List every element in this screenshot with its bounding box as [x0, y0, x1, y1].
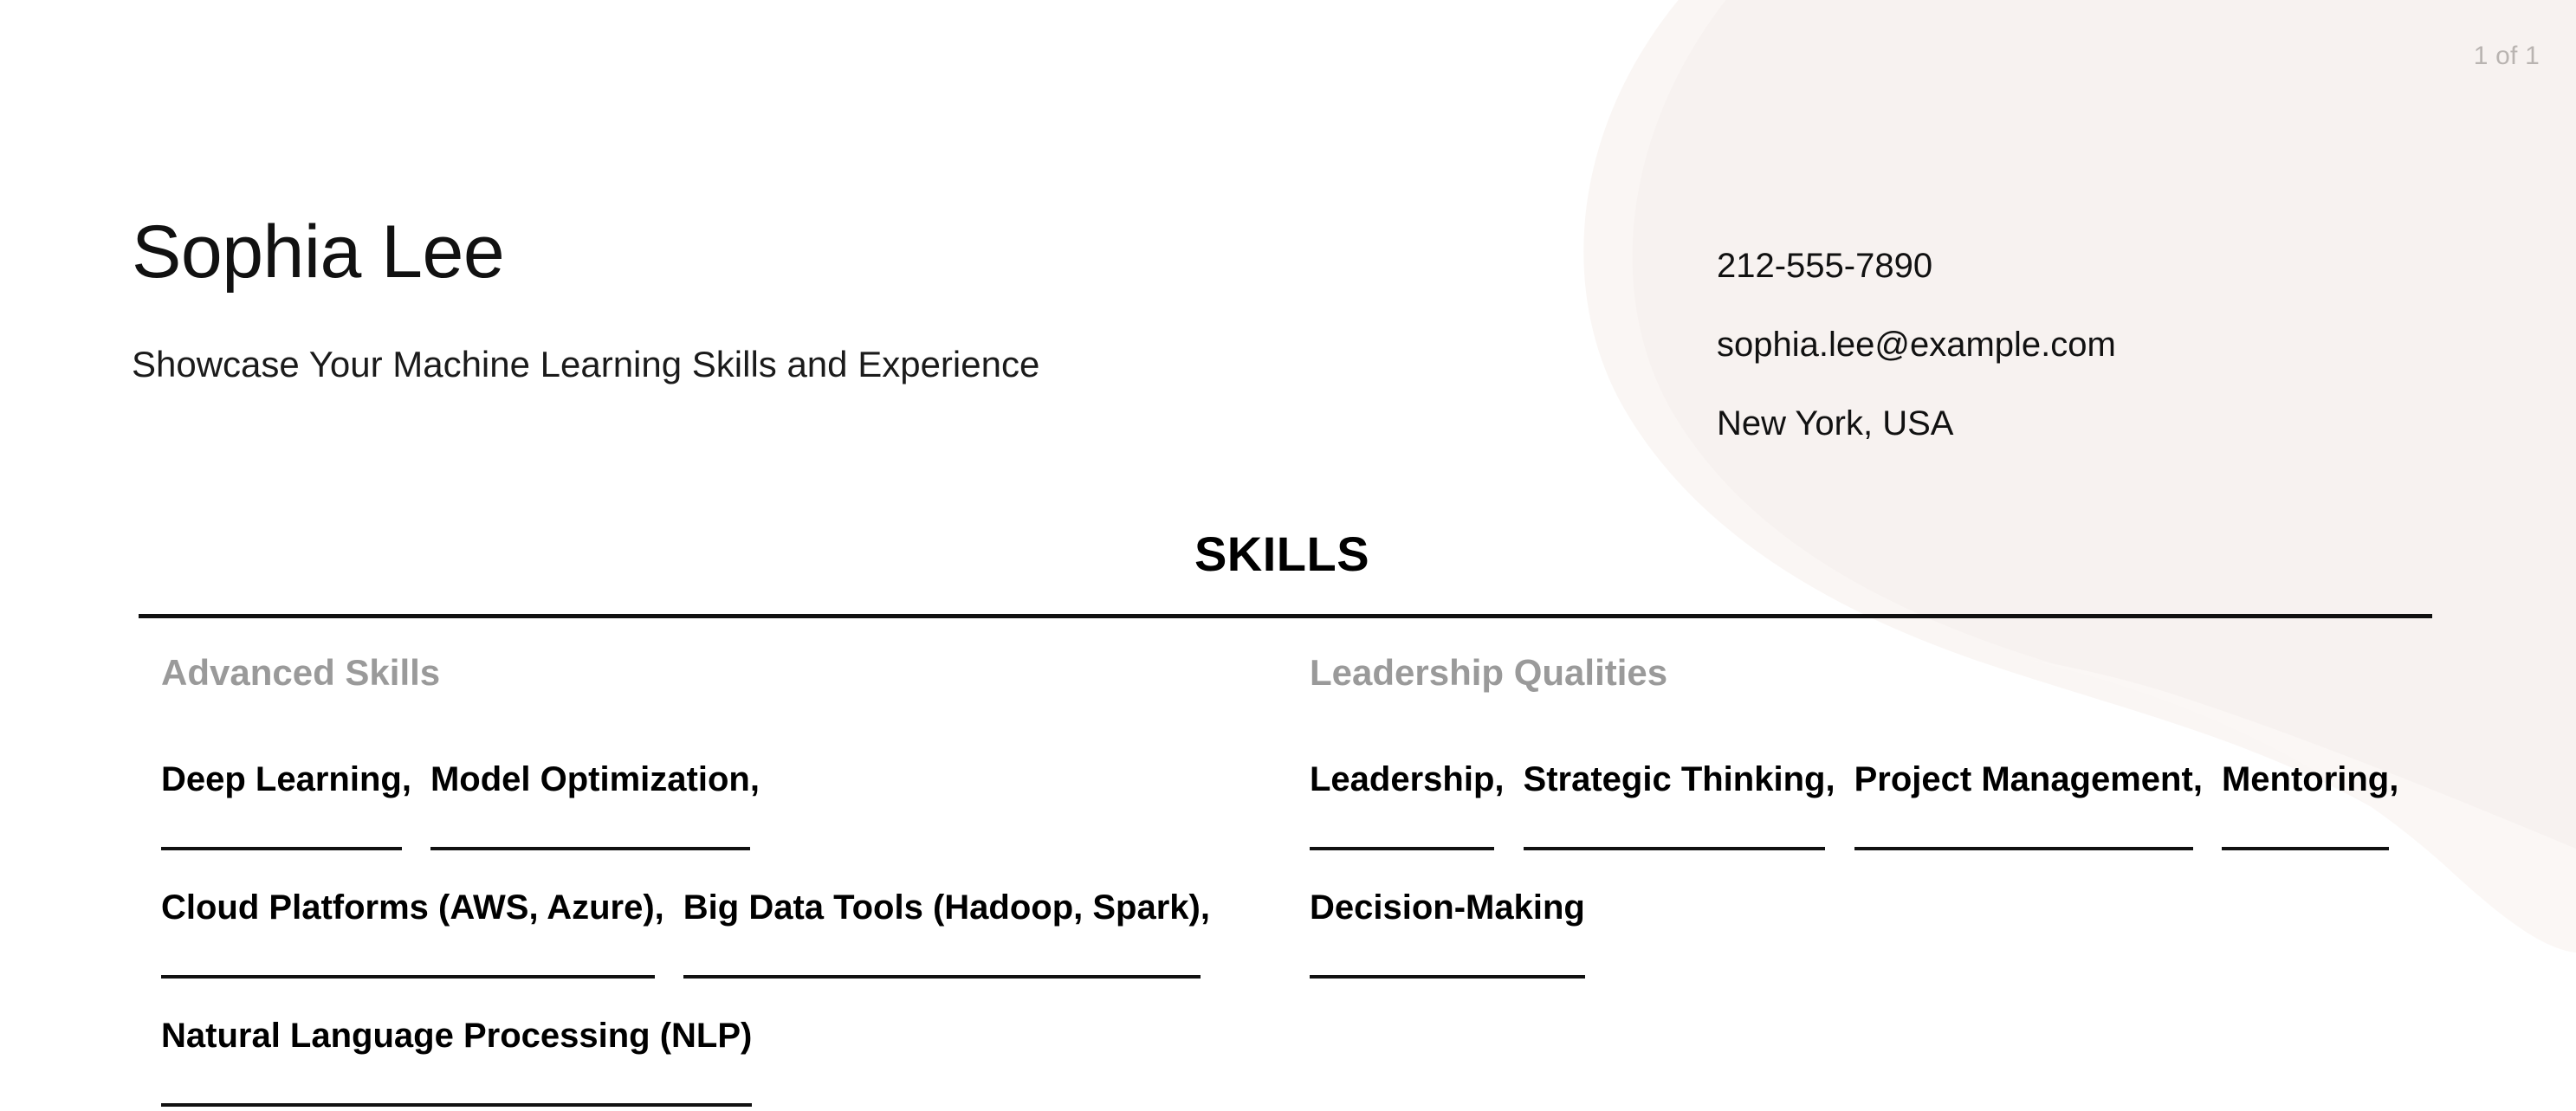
skill-name: Mentoring	[2221, 722, 2390, 850]
skill-separator: ,	[401, 760, 411, 798]
skill-item: Deep Learning,	[161, 722, 411, 850]
skill-item: Project Management,	[1854, 722, 2203, 850]
skill-item: Model Optimization,	[430, 722, 760, 850]
resume-page: 1 of 1 Sophia Lee Showcase Your Machine …	[0, 0, 2576, 1111]
skill-item: Mentoring,	[2221, 722, 2399, 850]
skills-column-subtitle: Advanced Skills	[161, 652, 441, 693]
skill-name: Leadership	[1310, 722, 1495, 850]
skill-separator: ,	[1825, 760, 1835, 798]
skill-separator: ,	[2192, 760, 2203, 798]
skills-list: Leadership, Strategic Thinking, Project Ma…	[1310, 722, 2436, 979]
skill-name: Natural Language Processing (NLP)	[161, 979, 753, 1107]
contact-location: New York, USA	[1717, 404, 1954, 442]
contact-email: sophia.lee@example.com	[1717, 326, 2116, 364]
candidate-name: Sophia Lee	[132, 210, 505, 294]
skill-name: Cloud Platforms (AWS, Azure)	[161, 850, 655, 979]
section-title: SKILLS	[1194, 526, 1370, 581]
skill-item: Cloud Platforms (AWS, Azure),	[161, 850, 664, 979]
page-indicator: 1 of 1	[2473, 42, 2540, 70]
skill-name: Deep Learning	[161, 722, 402, 850]
skills-column-right: Leadership Qualities Leadership, Strategi…	[1310, 655, 2436, 979]
skill-name: Strategic Thinking	[1523, 722, 1826, 850]
skill-name: Big Data Tools (Hadoop, Spark)	[683, 850, 1201, 979]
skill-item: Strategic Thinking,	[1523, 722, 1835, 850]
candidate-tagline: Showcase Your Machine Learning Skills an…	[132, 344, 1040, 384]
skill-separator: ,	[1200, 888, 1210, 927]
skill-item: Big Data Tools (Hadoop, Spark),	[683, 850, 1210, 979]
skill-name: Model Optimization	[430, 722, 750, 850]
skill-item: Natural Language Processing (NLP)	[161, 979, 753, 1107]
skill-separator: ,	[749, 760, 760, 798]
skills-column-subtitle: Leadership Qualities	[1310, 652, 1668, 693]
skills-list: Deep Learning, Model Optimization,Cloud P…	[161, 722, 1296, 1107]
contact-phone: 212-555-7890	[1717, 247, 1933, 285]
skills-column-left: Advanced Skills Deep Learning, Model Opti…	[161, 655, 1296, 1107]
skill-name: Decision-Making	[1310, 850, 1585, 979]
skill-item: Decision-Making	[1310, 850, 1585, 979]
contact-block: 212-555-7890 sophia.lee@example.com New …	[1717, 227, 2116, 463]
skill-name: Project Management	[1854, 722, 2193, 850]
section-divider	[139, 614, 2432, 618]
skill-separator: ,	[1494, 760, 1505, 798]
skill-item: Leadership,	[1310, 722, 1505, 850]
skill-separator: ,	[2389, 760, 2399, 798]
skill-separator: ,	[654, 888, 664, 927]
